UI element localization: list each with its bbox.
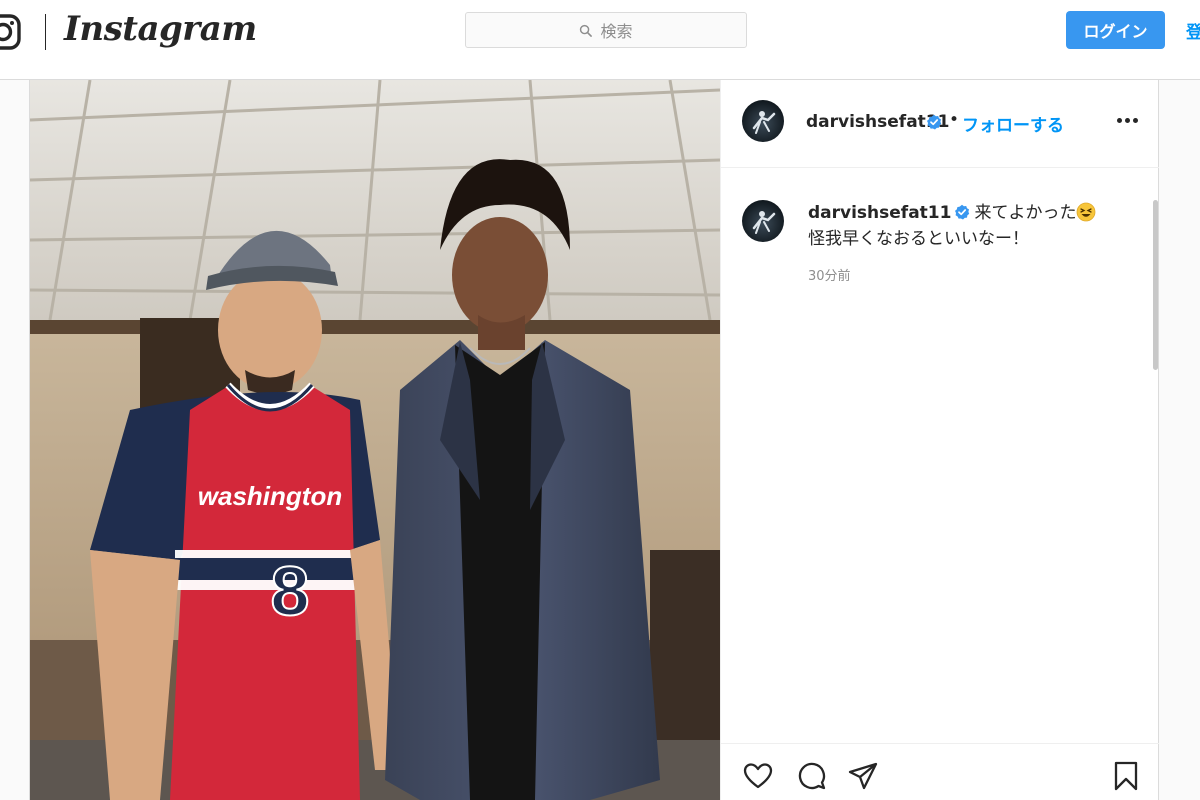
caption-line2: 怪我早くなおるといいなー！ — [808, 229, 1029, 249]
search-icon — [580, 24, 593, 37]
separator-dot: • — [949, 110, 960, 130]
search-input[interactable]: 検索 — [465, 12, 747, 48]
caption-username[interactable]: darvishsefat11 — [808, 203, 951, 223]
search-placeholder: 検索 — [600, 22, 633, 41]
bookmark-icon[interactable] — [1110, 760, 1142, 792]
jersey-text: washington — [198, 481, 342, 511]
post-timestamp[interactable]: 30分前 — [808, 265, 851, 284]
caption-avatar[interactable] — [742, 200, 784, 242]
heart-icon[interactable] — [742, 760, 774, 792]
comment-icon[interactable] — [795, 760, 827, 792]
signup-link[interactable]: 登録 — [1186, 18, 1200, 43]
post-card: washington 8 darvishsefat11 • フォローする dar… — [29, 80, 1159, 800]
follow-button[interactable]: フォローする — [962, 111, 1064, 136]
jersey-number: 8 — [271, 552, 310, 630]
verified-badge-icon — [927, 114, 942, 130]
post-actions — [721, 743, 1159, 800]
post-photo[interactable]: washington 8 — [30, 80, 720, 800]
login-button[interactable]: ログイン — [1066, 11, 1165, 49]
photo-illustration: washington 8 — [30, 80, 720, 800]
more-options-icon[interactable] — [1117, 118, 1141, 126]
laughing-emoji-icon — [1077, 202, 1096, 222]
logo-divider — [45, 14, 46, 50]
caption-line1: 来てよかった — [974, 203, 1077, 223]
share-icon[interactable] — [847, 760, 879, 792]
verified-badge-icon — [955, 204, 970, 220]
post-side-panel: darvishsefat11 • フォローする darvishsefat11 来 — [720, 80, 1160, 800]
comments-scrollbar[interactable] — [1153, 200, 1158, 370]
post-header: darvishsefat11 • フォローする — [721, 80, 1159, 168]
instagram-glyph-icon[interactable] — [0, 13, 22, 51]
avatar-image — [752, 111, 776, 134]
top-navigation: Instagram 検索 ログイン 登録 — [0, 0, 1200, 80]
post-caption: darvishsefat11 来てよかった 怪我早くなおるといいなー！ — [808, 200, 1148, 252]
instagram-wordmark[interactable]: Instagram — [64, 9, 257, 49]
avatar[interactable] — [742, 100, 784, 142]
avatar-image — [752, 211, 776, 234]
